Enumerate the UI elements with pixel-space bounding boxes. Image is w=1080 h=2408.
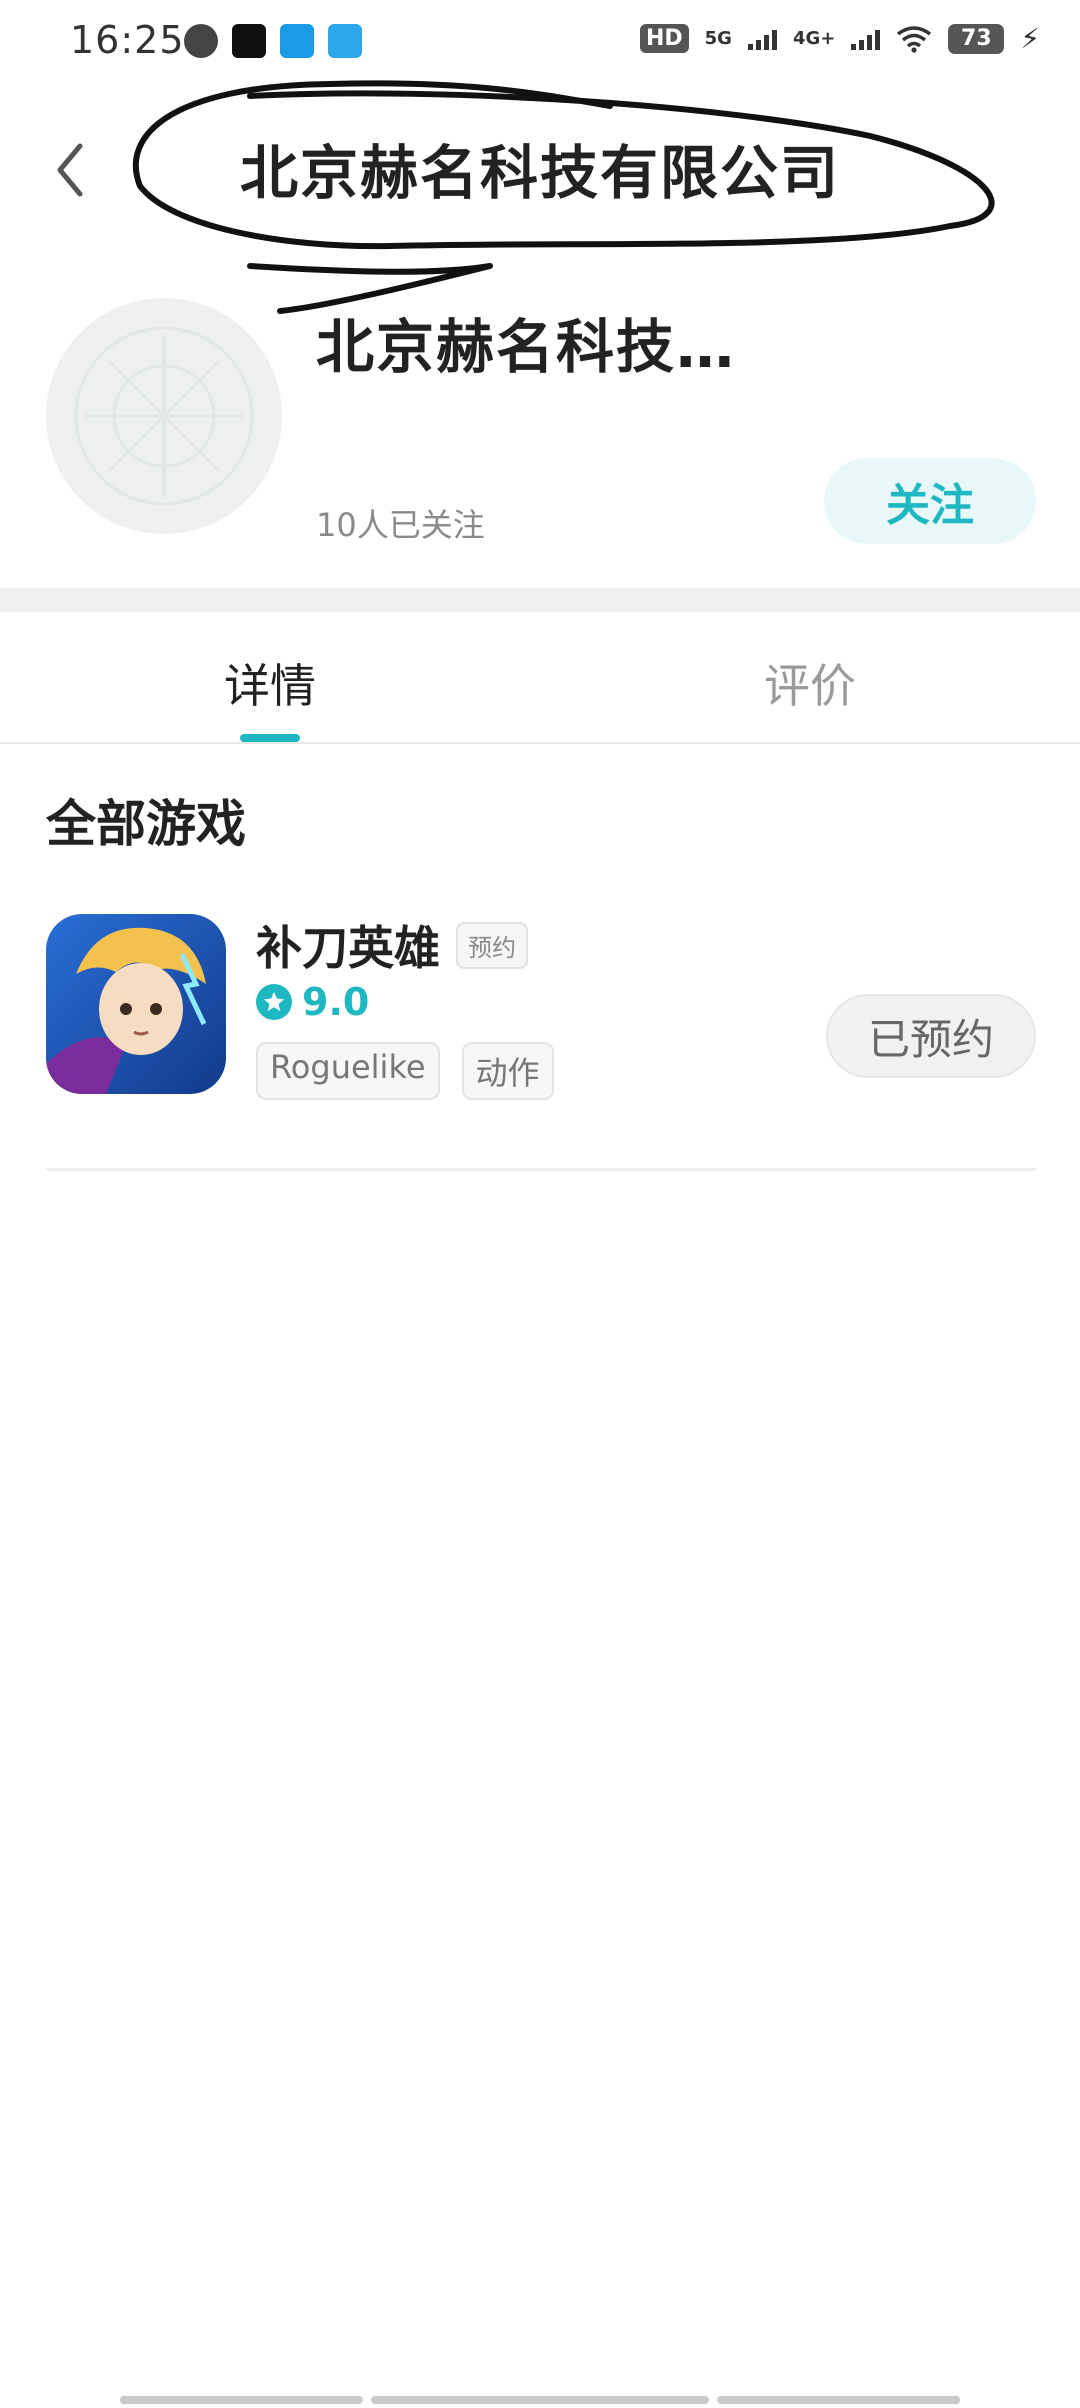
tab-indicator [240,734,300,742]
reserve-badge: 预约 [456,922,528,969]
status-bar: 16:25 HD 5G 4G+ 73 ⚡ [0,0,1080,90]
gesture-nav-bar [120,2396,961,2404]
status-time: 16:25 [70,18,185,62]
net-5g-label: 5G [704,27,732,49]
wifi-icon [897,25,932,53]
company-avatar [46,298,282,534]
tag-chip[interactable]: Roguelike [256,1042,440,1100]
browser-icon [280,24,314,58]
charging-icon: ⚡ [1020,22,1040,55]
reserved-button[interactable]: 已预约 [826,994,1036,1078]
game-list-item[interactable]: 补刀英雄 预约 9.0 Roguelike 动作 已预约 [0,900,1080,1100]
company-name: 北京赫名科技… [316,313,737,381]
hd-icon: HD [639,24,689,53]
game-icon [46,914,226,1094]
back-button[interactable] [40,130,100,210]
follow-button[interactable]: 关注 [824,458,1036,544]
tab-reviews[interactable]: 评价 [764,650,856,716]
tab-details[interactable]: 详情 [224,650,316,716]
section-divider [0,588,1080,612]
signal-5g-icon [747,28,777,50]
game-tags: Roguelike 动作 [256,1042,554,1100]
tab-bar: 详情 评价 [0,612,1080,744]
game-title: 补刀英雄 [256,921,440,975]
tiktok-icon [232,24,266,58]
game-rating: 9.0 [256,980,369,1024]
follower-count: 10人已关注 [316,506,485,544]
notification-icons [184,24,362,58]
system-icons: HD 5G 4G+ 73 ⚡ [639,22,1040,55]
battery-icon: 73 [948,23,1005,54]
star-icon [256,984,292,1020]
net-4g-label: 4G+ [792,27,836,49]
chevron-left-icon [57,143,83,197]
section-title: 全部游戏 [46,795,246,853]
rating-value: 9.0 [302,980,370,1024]
gauge-icon [184,24,218,58]
list-divider [46,1168,1036,1171]
signal-4g-icon [851,28,881,50]
tag-chip[interactable]: 动作 [461,1042,554,1100]
plane-icon [328,24,362,58]
page-title: 北京赫名科技有限公司 [240,139,841,207]
